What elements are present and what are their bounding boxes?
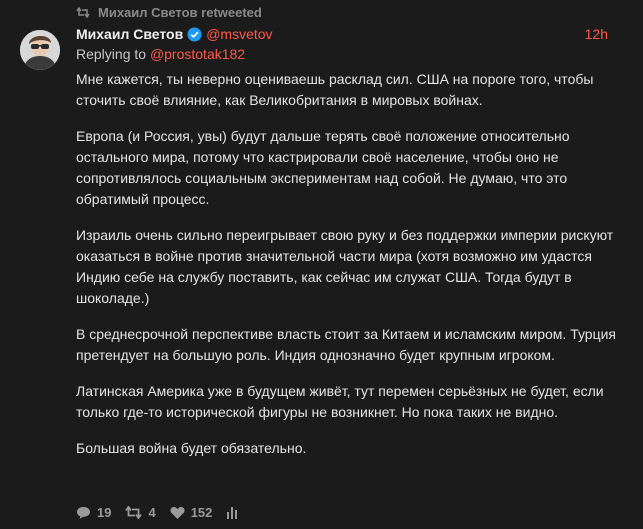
avatar[interactable] — [20, 30, 60, 70]
replying-handle[interactable]: @prostotak182 — [150, 46, 245, 62]
tweet-paragraph: Европа (и Россия, увы) будут дальше теря… — [76, 128, 570, 207]
tweet-paragraph: Латинская Америка уже в будущем живёт, т… — [76, 383, 604, 420]
tweet-paragraph: В среднесрочной перспективе власть стоит… — [76, 326, 617, 363]
retweet-count: 4 — [148, 505, 156, 520]
replying-prefix: Replying to — [76, 46, 150, 62]
reply-icon — [77, 506, 90, 519]
replying-to: Replying to @prostotak182 — [76, 46, 245, 62]
tweet-time[interactable]: 12h — [585, 26, 608, 42]
tweet-paragraph: Мне кажется, ты неверно оцениваешь раскл… — [76, 71, 594, 108]
tweet-actions: 19 4 152 — [76, 505, 238, 520]
verified-icon — [187, 26, 202, 42]
tweet-header: Михаил Светов @msvetov 12h — [76, 26, 608, 42]
retweet-button[interactable]: 4 — [125, 505, 156, 520]
retweet-indicator: Михаил Светов retweeted — [76, 5, 262, 20]
retweet-text: Михаил Светов retweeted — [98, 5, 262, 20]
like-button[interactable]: 152 — [170, 505, 213, 520]
retweet-icon — [125, 506, 143, 519]
reply-button[interactable]: 19 — [76, 505, 111, 520]
reply-count: 19 — [97, 505, 112, 520]
like-icon — [170, 507, 185, 519]
tweet-paragraph: Израиль очень сильно переигрывает свою р… — [76, 227, 614, 306]
tweet[interactable]: Михаил Светов retweeted Михаил Светов @m… — [0, 0, 643, 529]
tweet-paragraph: Большая война будет обязательно. — [76, 440, 307, 456]
like-count: 152 — [190, 505, 213, 520]
stats-icon — [227, 507, 238, 519]
tweet-body: Мне кажется, ты неверно оцениваешь раскл… — [76, 69, 616, 474]
stats-button[interactable] — [226, 506, 238, 519]
avatar-image — [20, 30, 60, 70]
retweet-icon — [76, 7, 90, 18]
author-handle[interactable]: @msvetov — [206, 26, 272, 42]
author-name[interactable]: Михаил Светов — [76, 26, 183, 42]
